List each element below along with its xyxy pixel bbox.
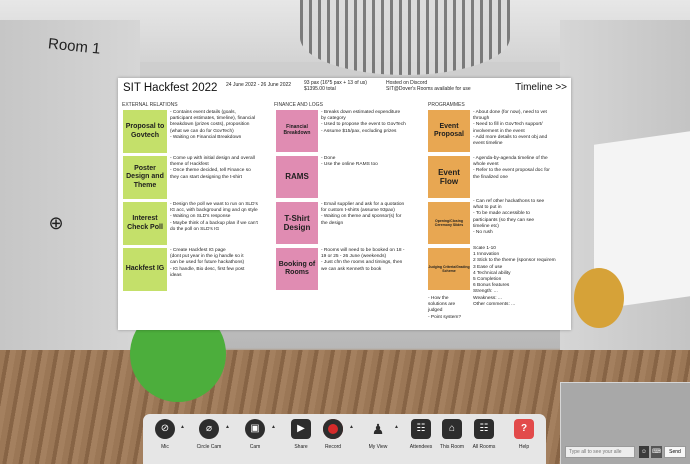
record-options-caret[interactable]: ▲: [349, 424, 354, 430]
board-hosted: Hosted on Discord SIT@Dover's Rooms avai…: [386, 80, 471, 92]
note-text: - Come up with initial design and overal…: [170, 156, 255, 180]
note-text: Scale 1-10 1 Innovation 2 Stick to the t…: [473, 246, 556, 307]
emoji-icon[interactable]: ☺: [639, 446, 649, 458]
planning-board[interactable]: SIT Hackfest 2022 24 June 2022 - 26 June…: [118, 78, 571, 330]
sticky-note-proposal-govtech[interactable]: Proposal to Govtech: [123, 110, 167, 153]
mic-button[interactable]: ⊘ Mic: [145, 419, 185, 450]
board-pax: 93 pax (16*5 pax + 13 of us) $1395.00 to…: [304, 80, 367, 92]
participant-avatar-circle[interactable]: [574, 268, 624, 328]
circle-cam-options-caret[interactable]: ▲: [225, 424, 230, 430]
person-icon: ♟: [371, 421, 385, 437]
note-text: - Rooms will need to be booked on 18 - 1…: [321, 248, 405, 272]
record-button[interactable]: Record: [313, 419, 353, 450]
note-text: - Breaks down estimated expenditure by c…: [321, 110, 406, 134]
judging-side-note: - How the solutions are judged - Point s…: [428, 296, 462, 320]
board-title: SIT Hackfest 2022: [123, 82, 218, 94]
sticky-note-judging-criteria[interactable]: Judging Criteria/Grading Scheme: [428, 248, 470, 290]
note-text: - About done (for now), need to vet thro…: [473, 110, 548, 147]
note-text: - Contains event details (goals, partici…: [170, 110, 256, 140]
home-icon: ⌂: [442, 419, 462, 439]
sticky-note-interest-poll[interactable]: Interest Check Poll: [123, 202, 167, 245]
cam-button[interactable]: ▣ Cam: [235, 419, 275, 450]
zoom-in-icon[interactable]: ⊕: [45, 212, 67, 234]
sticky-note-ceremony-slides[interactable]: Opening/Closing Ceremony Slides: [428, 202, 470, 244]
chat-input[interactable]: Type all to see your alle: [565, 446, 635, 458]
circle-cam-icon: ⌀: [199, 419, 219, 439]
cam-options-caret[interactable]: ▲: [271, 424, 276, 430]
camera-off-icon: ▣: [245, 419, 265, 439]
sticky-note-hackfest-ig[interactable]: Hackfest IG: [123, 248, 167, 291]
board-dates: 24 June 2022 - 26 June 2022: [226, 82, 292, 88]
note-text: - Create Hackfest IG page (dont put year…: [170, 248, 245, 278]
help-button[interactable]: ? Help: [504, 419, 544, 450]
share-screen-icon: ▶: [291, 419, 311, 439]
my-view-options-caret[interactable]: ▲: [394, 424, 399, 430]
circle-cam-button[interactable]: ⌀ Circle Cam: [189, 419, 229, 450]
attendees-icon: ☷: [411, 419, 431, 439]
skylight-dome: [300, 0, 510, 75]
sticky-note-rams[interactable]: RAMS: [276, 156, 318, 198]
section-finance-logs: FINANCE AND LOGS: [274, 102, 323, 108]
note-text: - Design the poll we want to run on SLD'…: [170, 202, 258, 232]
note-text: - Email supplier and ask for a quotation…: [321, 202, 405, 226]
sticky-note-booking-rooms[interactable]: Booking of Rooms: [276, 248, 318, 290]
note-text: - Agenda-by-agenda timeline of the whole…: [473, 156, 550, 180]
keyboard-icon[interactable]: ⌨: [651, 446, 662, 458]
section-programmes: PROGRAMMES: [428, 102, 465, 108]
sticky-note-event-proposal[interactable]: Event Proposal: [428, 110, 470, 152]
rooms-grid-icon: ☷: [474, 419, 494, 439]
sticky-note-poster-design[interactable]: Poster Design and Theme: [123, 156, 167, 199]
send-button[interactable]: Send: [664, 446, 686, 458]
mic-muted-icon: ⊘: [155, 419, 175, 439]
sticky-note-financial-breakdown[interactable]: Financial Breakdown: [276, 110, 318, 152]
help-icon: ?: [514, 419, 534, 439]
my-view-button[interactable]: ♟ My View: [358, 419, 398, 450]
note-text: - Can ref other hackathons to see what t…: [473, 199, 545, 236]
sticky-note-event-flow[interactable]: Event Flow: [428, 156, 470, 198]
section-external-relations: EXTERNAL RELATIONS: [122, 102, 178, 108]
bottom-toolbar: ⊘ Mic ▲ ⌀ Circle Cam ▲ ▣ Cam ▲ ▶ Share R…: [143, 414, 546, 464]
note-text: - Done - Use the online RAMS too: [321, 156, 378, 168]
mic-options-caret[interactable]: ▲: [180, 424, 185, 430]
record-icon: [323, 419, 343, 439]
sticky-note-tshirt-design[interactable]: T-Shirt Design: [276, 202, 318, 244]
timeline-link[interactable]: Timeline >>: [515, 82, 567, 93]
all-rooms-button[interactable]: ☷ All Rooms: [464, 419, 504, 450]
